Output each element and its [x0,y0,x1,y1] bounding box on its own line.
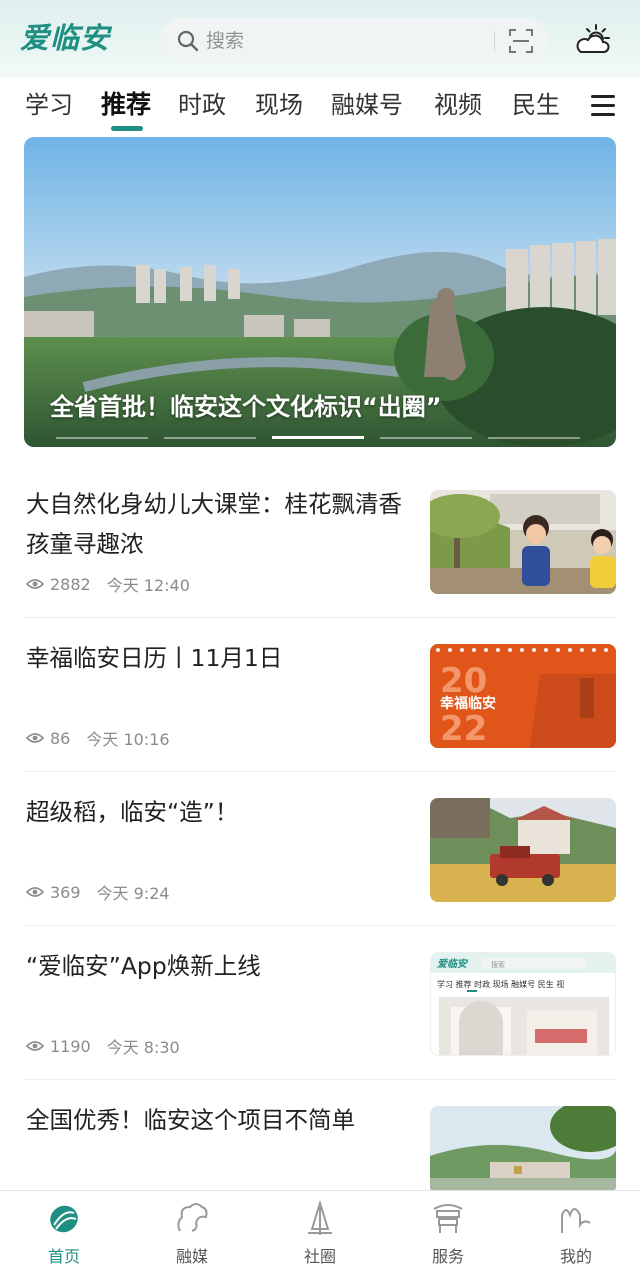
screenshot-tabs: 学习 推荐 时政 现场 融媒号 民生 视 [437,979,564,989]
news-thumbnail [430,490,616,594]
bottom-navigation: 首页 融媒 社圈 服务 我的 [0,1190,640,1272]
weather-icon[interactable] [572,22,612,58]
channel-menu-icon[interactable] [591,95,615,117]
top-header: 爱临安 [0,0,640,78]
nav-service[interactable]: 服务 [384,1191,512,1272]
news-title: 超级稻，临安“造”！ [26,798,239,826]
news-item[interactable]: “爱临安”App焕新上线 1190 今天 8:30 爱临安 搜索 学习 推荐 时… [24,946,616,1100]
publish-time: 今天 10:16 [86,730,170,749]
tab-media-accounts[interactable]: 融媒号 [331,88,403,122]
banner-dot-active[interactable] [272,436,364,439]
news-item[interactable]: 大自然化身幼儿大课堂：桂花飘清香 孩童寻趣浓 2882 今天 12:40 [24,484,616,638]
search-icon [177,30,199,52]
news-title: 全国优秀！临安这个项目不简单 [26,1106,355,1134]
nav-community[interactable]: 社圈 [256,1191,384,1272]
active-tab-indicator [111,126,143,131]
screenshot-logo: 爱临安 [437,958,469,970]
hero-banner[interactable]: 全省首批！临安这个文化标识“出圈” [24,137,616,447]
list-divider [24,617,616,618]
list-divider [24,771,616,772]
news-thumbnail [430,798,616,902]
list-divider [24,1079,616,1080]
news-title: 幸福临安日历丨11月1日 [26,644,283,672]
nav-profile[interactable]: 我的 [512,1191,640,1272]
media-icon [177,1203,208,1232]
view-count: 369 [50,882,81,902]
banner-dot[interactable] [380,437,472,439]
view-count: 86 [50,728,71,748]
publish-time: 今天 9:24 [96,884,170,903]
list-divider [24,925,616,926]
news-meta: 2882 今天 12:40 [26,572,190,596]
news-title: “爱临安”App焕新上线 [26,952,261,980]
publish-time: 今天 8:30 [106,1038,180,1057]
news-item[interactable]: 幸福临安日历丨11月1日 86 今天 10:16 20 22 幸福临安 [24,638,616,792]
profile-icon [561,1208,591,1233]
tab-video[interactable]: 视频 [434,88,482,122]
app-logo[interactable]: 爱临安 [20,18,110,58]
view-count: 1190 [50,1036,91,1056]
banner-dot[interactable] [164,437,256,439]
community-icon [308,1201,332,1235]
banner-pagination [56,436,584,440]
calendar-label: 幸福临安 [440,695,496,712]
eye-icon [26,887,44,897]
service-icon [433,1204,463,1233]
news-item[interactable]: 超级稻，临安“造”！ 369 今天 9:24 [24,792,616,946]
nav-home[interactable]: 首页 [0,1191,128,1272]
tab-study[interactable]: 学习 [25,88,73,122]
banner-caption: 全省首批！临安这个文化标识“出圈” [50,393,442,421]
calendar-year-top: 20 [440,661,487,701]
search-divider [494,31,495,51]
scan-icon[interactable] [508,28,534,54]
nav-label: 服务 [431,1247,464,1266]
news-meta: 369 今天 9:24 [26,880,170,904]
nav-label: 融媒 [175,1247,208,1266]
banner-dot[interactable] [56,437,148,439]
nav-media[interactable]: 融媒 [128,1191,256,1272]
news-thumbnail [430,1106,616,1194]
nav-label: 社圈 [303,1247,336,1266]
calendar-year-bottom: 22 [440,709,487,748]
search-bar[interactable] [160,18,548,64]
news-title: 大自然化身幼儿大课堂：桂花飘清香 孩童寻趣浓 [26,490,402,558]
search-input[interactable] [206,18,486,64]
eye-icon [26,579,44,589]
eye-icon [26,733,44,743]
publish-time: 今天 12:40 [106,576,190,595]
view-count: 2882 [50,574,91,594]
news-thumbnail: 20 22 幸福临安 [430,644,616,748]
channel-tabs: 学习 推荐 时政 现场 融媒号 视频 民生 [0,78,640,134]
banner-dot[interactable] [488,437,580,439]
screenshot-search: 搜索 [491,960,505,969]
news-thumbnail: 爱临安 搜索 学习 推荐 时政 现场 融媒号 民生 视 [430,952,616,1056]
news-meta: 86 今天 10:16 [26,726,170,750]
tab-politics[interactable]: 时政 [178,88,226,122]
news-meta: 1190 今天 8:30 [26,1034,180,1058]
nav-label: 首页 [47,1247,80,1266]
nav-label: 我的 [559,1247,592,1266]
home-icon [50,1205,78,1233]
tab-onsite[interactable]: 现场 [255,88,303,122]
tab-livelihood[interactable]: 民生 [512,88,560,122]
tab-recommend[interactable]: 推荐 [101,88,151,122]
eye-icon [26,1041,44,1051]
